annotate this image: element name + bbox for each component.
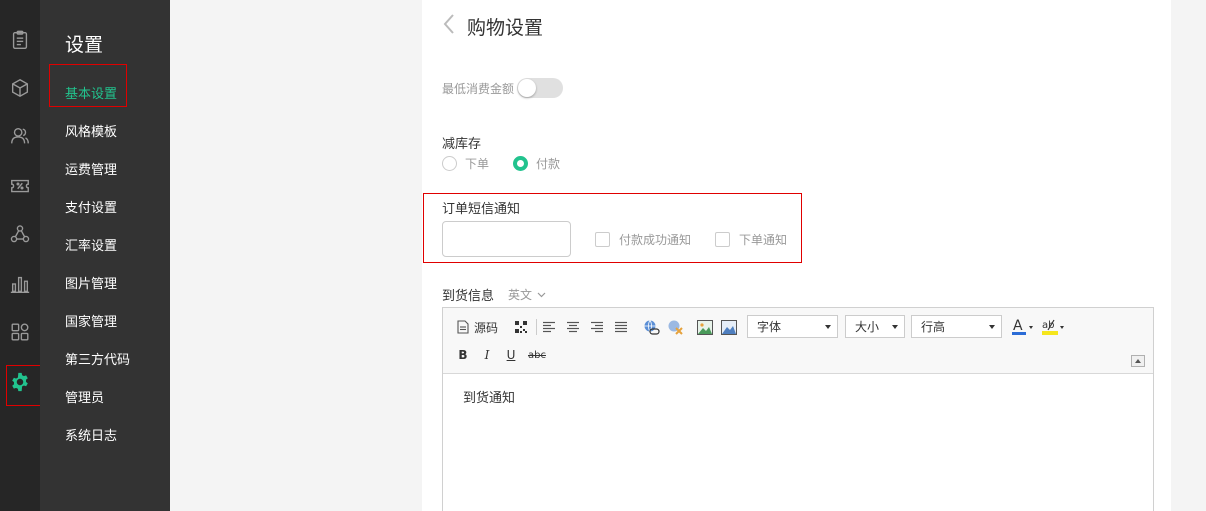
checkbox-order-placed[interactable]: 下单通知: [715, 231, 787, 248]
rich-text-editor: 源码 字体 大小 行高 A ab B I U abc 到货通知: [442, 307, 1154, 511]
stock-label: 减库存: [442, 137, 482, 152]
share-nodes-icon[interactable]: [6, 220, 34, 248]
coupon-icon[interactable]: [6, 172, 34, 200]
highlight-color-button[interactable]: ab: [1040, 316, 1068, 338]
language-select[interactable]: 英文: [508, 286, 546, 303]
menu-item-images[interactable]: 图片管理: [65, 273, 117, 292]
combo-arrow-icon: [892, 325, 898, 329]
box-icon[interactable]: [6, 74, 34, 102]
highlight-icon: ab: [1041, 319, 1064, 335]
sms-input[interactable]: [442, 221, 571, 257]
font-size-value: 大小: [855, 320, 880, 334]
chevron-down-icon: [537, 292, 546, 297]
image-icon: [697, 319, 713, 335]
toggle-knob: [518, 79, 536, 97]
qrcode-button[interactable]: [513, 318, 529, 336]
editor-toolbar: 源码 字体 大小 行高 A ab B I U abc: [443, 308, 1153, 374]
bar-chart-icon[interactable]: [6, 270, 34, 298]
radio-label: 付款: [536, 157, 561, 171]
align-left-icon: [543, 321, 555, 333]
menu-item-administrators[interactable]: 管理员: [65, 387, 104, 406]
active-menu-highlight: [49, 64, 127, 107]
clipboard-icon[interactable]: [6, 26, 34, 54]
collapse-toolbar-icon[interactable]: [1131, 355, 1145, 367]
text-color-icon: A: [1011, 318, 1033, 335]
remove-link-button[interactable]: [666, 317, 684, 337]
source-label: 源码: [474, 320, 499, 335]
gallery-icon: [721, 319, 737, 335]
font-size-combo[interactable]: 大小: [845, 315, 905, 338]
combo-arrow-icon: [825, 325, 831, 329]
bold-button[interactable]: B: [457, 347, 469, 363]
justify-button[interactable]: [613, 318, 629, 336]
strikethrough-button[interactable]: abc: [527, 347, 547, 363]
users-icon[interactable]: [6, 122, 34, 150]
align-center-icon: [567, 321, 579, 333]
svg-text:A: A: [1013, 318, 1023, 334]
checkbox-payment-success[interactable]: 付款成功通知: [595, 231, 691, 248]
min-amount-label: 最低消费金额: [442, 82, 515, 96]
language-value: 英文: [508, 288, 533, 302]
source-code-icon: [457, 320, 469, 334]
combo-arrow-icon: [989, 325, 995, 329]
menu-item-exchange-rate[interactable]: 汇率设置: [65, 235, 117, 254]
menu-title: 设置: [65, 34, 104, 56]
text-color-button[interactable]: A: [1010, 316, 1036, 338]
font-family-combo[interactable]: 字体: [747, 315, 838, 338]
menu-item-countries[interactable]: 国家管理: [65, 311, 117, 330]
icon-rail: [0, 0, 40, 511]
italic-button[interactable]: I: [481, 347, 493, 363]
align-right-button[interactable]: [589, 318, 605, 336]
sms-label: 订单短信通知: [442, 202, 521, 217]
link-globe-icon: [644, 319, 660, 335]
apps-icon[interactable]: [6, 318, 34, 346]
radio-circle-selected: [513, 156, 528, 171]
align-right-icon: [591, 321, 603, 333]
menu-item-system-log[interactable]: 系统日志: [65, 425, 117, 444]
min-amount-toggle[interactable]: [517, 78, 563, 98]
unlink-icon: [668, 320, 683, 335]
radio-label: 下单: [465, 157, 490, 171]
arrival-label: 到货信息: [442, 289, 495, 304]
menu-item-shipping[interactable]: 运费管理: [65, 159, 117, 178]
qrcode-icon: [515, 321, 527, 333]
align-left-button[interactable]: [541, 318, 557, 336]
image-manager-button[interactable]: [720, 317, 738, 337]
editor-content[interactable]: 到货通知: [463, 387, 515, 406]
underline-button[interactable]: U: [505, 347, 517, 363]
source-button[interactable]: 源码: [455, 317, 498, 337]
align-center-button[interactable]: [565, 318, 581, 336]
checkbox-square: [595, 232, 610, 247]
menu-item-third-party-code[interactable]: 第三方代码: [65, 349, 130, 368]
line-height-value: 行高: [921, 320, 946, 334]
checkbox-label: 下单通知: [739, 233, 788, 247]
font-family-value: 字体: [757, 320, 782, 334]
insert-link-button[interactable]: [642, 317, 660, 337]
menu-item-payment[interactable]: 支付设置: [65, 197, 117, 216]
justify-icon: [615, 321, 627, 333]
menu-item-style-templates[interactable]: 风格模板: [65, 121, 117, 140]
page-title: 购物设置: [467, 17, 544, 39]
back-chevron-icon[interactable]: [442, 13, 458, 35]
checkbox-label: 付款成功通知: [619, 233, 692, 247]
insert-image-button[interactable]: [696, 317, 714, 337]
line-height-combo[interactable]: 行高: [911, 315, 1002, 338]
checkbox-square: [715, 232, 730, 247]
toolbar-separator: [536, 319, 537, 335]
stock-radio-order[interactable]: 下单: [442, 155, 489, 172]
radio-circle: [442, 156, 457, 171]
stock-radio-payment[interactable]: 付款: [513, 155, 560, 172]
app-root: 设置 基本设置 风格模板 运费管理 支付设置 汇率设置 图片管理 国家管理 第三…: [0, 0, 1206, 511]
